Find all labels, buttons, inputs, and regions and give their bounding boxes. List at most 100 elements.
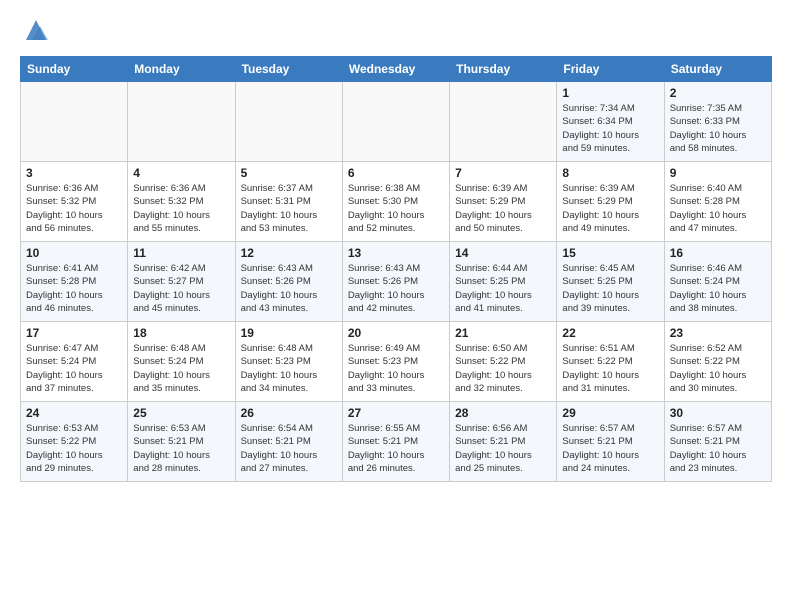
day-info: Sunrise: 6:43 AM Sunset: 5:26 PM Dayligh… — [348, 262, 444, 315]
day-number: 7 — [455, 166, 551, 180]
day-info: Sunrise: 7:34 AM Sunset: 6:34 PM Dayligh… — [562, 102, 658, 155]
day-number: 3 — [26, 166, 122, 180]
day-number: 1 — [562, 86, 658, 100]
week-row-3: 10 Sunrise: 6:41 AM Sunset: 5:28 PM Dayli… — [21, 242, 772, 322]
day-number: 24 — [26, 406, 122, 420]
day-info: Sunrise: 6:45 AM Sunset: 5:25 PM Dayligh… — [562, 262, 658, 315]
day-cell: 10 Sunrise: 6:41 AM Sunset: 5:28 PM Dayli… — [21, 242, 128, 322]
day-cell: 26 Sunrise: 6:54 AM Sunset: 5:21 PM Dayli… — [235, 402, 342, 482]
day-cell: 18 Sunrise: 6:48 AM Sunset: 5:24 PM Dayli… — [128, 322, 235, 402]
day-cell: 29 Sunrise: 6:57 AM Sunset: 5:21 PM Dayli… — [557, 402, 664, 482]
day-number: 27 — [348, 406, 444, 420]
day-number: 5 — [241, 166, 337, 180]
day-info: Sunrise: 6:53 AM Sunset: 5:22 PM Dayligh… — [26, 422, 122, 475]
day-info: Sunrise: 6:36 AM Sunset: 5:32 PM Dayligh… — [133, 182, 229, 235]
day-cell: 9 Sunrise: 6:40 AM Sunset: 5:28 PM Daylig… — [664, 162, 771, 242]
day-info: Sunrise: 6:38 AM Sunset: 5:30 PM Dayligh… — [348, 182, 444, 235]
day-cell: 1 Sunrise: 7:34 AM Sunset: 6:34 PM Daylig… — [557, 82, 664, 162]
day-cell: 12 Sunrise: 6:43 AM Sunset: 5:26 PM Dayli… — [235, 242, 342, 322]
weekday-header-sunday: Sunday — [21, 57, 128, 82]
day-cell: 5 Sunrise: 6:37 AM Sunset: 5:31 PM Daylig… — [235, 162, 342, 242]
day-info: Sunrise: 6:44 AM Sunset: 5:25 PM Dayligh… — [455, 262, 551, 315]
day-cell: 8 Sunrise: 6:39 AM Sunset: 5:29 PM Daylig… — [557, 162, 664, 242]
day-info: Sunrise: 6:46 AM Sunset: 5:24 PM Dayligh… — [670, 262, 766, 315]
day-info: Sunrise: 6:36 AM Sunset: 5:32 PM Dayligh… — [26, 182, 122, 235]
day-number: 16 — [670, 246, 766, 260]
day-info: Sunrise: 6:51 AM Sunset: 5:22 PM Dayligh… — [562, 342, 658, 395]
day-cell: 14 Sunrise: 6:44 AM Sunset: 5:25 PM Dayli… — [450, 242, 557, 322]
day-number: 4 — [133, 166, 229, 180]
day-cell: 11Sunrise: 6:42 AM Sunset: 5:27 PM Dayli… — [128, 242, 235, 322]
day-info: Sunrise: 6:48 AM Sunset: 5:24 PM Dayligh… — [133, 342, 229, 395]
day-info: Sunrise: 6:55 AM Sunset: 5:21 PM Dayligh… — [348, 422, 444, 475]
day-number: 6 — [348, 166, 444, 180]
day-number: 12 — [241, 246, 337, 260]
header — [20, 16, 772, 44]
day-cell — [128, 82, 235, 162]
day-cell: 3 Sunrise: 6:36 AM Sunset: 5:32 PM Daylig… — [21, 162, 128, 242]
day-cell: 22 Sunrise: 6:51 AM Sunset: 5:22 PM Dayli… — [557, 322, 664, 402]
day-cell: 16 Sunrise: 6:46 AM Sunset: 5:24 PM Dayli… — [664, 242, 771, 322]
day-info: Sunrise: 6:39 AM Sunset: 5:29 PM Dayligh… — [562, 182, 658, 235]
day-info: Sunrise: 7:35 AM Sunset: 6:33 PM Dayligh… — [670, 102, 766, 155]
day-cell: 6 Sunrise: 6:38 AM Sunset: 5:30 PM Daylig… — [342, 162, 449, 242]
day-cell: 25Sunrise: 6:53 AM Sunset: 5:21 PM Dayli… — [128, 402, 235, 482]
day-info: Sunrise: 6:50 AM Sunset: 5:22 PM Dayligh… — [455, 342, 551, 395]
week-row-4: 17Sunrise: 6:47 AM Sunset: 5:24 PM Dayli… — [21, 322, 772, 402]
day-cell — [450, 82, 557, 162]
day-number: 17 — [26, 326, 122, 340]
day-number: 8 — [562, 166, 658, 180]
day-cell: 4 Sunrise: 6:36 AM Sunset: 5:32 PM Daylig… — [128, 162, 235, 242]
day-info: Sunrise: 6:49 AM Sunset: 5:23 PM Dayligh… — [348, 342, 444, 395]
day-info: Sunrise: 6:48 AM Sunset: 5:23 PM Dayligh… — [241, 342, 337, 395]
week-row-2: 3 Sunrise: 6:36 AM Sunset: 5:32 PM Daylig… — [21, 162, 772, 242]
day-number: 30 — [670, 406, 766, 420]
day-cell: 2Sunrise: 7:35 AM Sunset: 6:33 PM Daylig… — [664, 82, 771, 162]
calendar-table: SundayMondayTuesdayWednesdayThursdayFrid… — [20, 56, 772, 482]
day-number: 14 — [455, 246, 551, 260]
day-info: Sunrise: 6:39 AM Sunset: 5:29 PM Dayligh… — [455, 182, 551, 235]
weekday-header-row: SundayMondayTuesdayWednesdayThursdayFrid… — [21, 57, 772, 82]
weekday-header-tuesday: Tuesday — [235, 57, 342, 82]
day-info: Sunrise: 6:40 AM Sunset: 5:28 PM Dayligh… — [670, 182, 766, 235]
day-number: 18 — [133, 326, 229, 340]
day-cell: 20Sunrise: 6:49 AM Sunset: 5:23 PM Dayli… — [342, 322, 449, 402]
weekday-header-friday: Friday — [557, 57, 664, 82]
day-info: Sunrise: 6:57 AM Sunset: 5:21 PM Dayligh… — [562, 422, 658, 475]
weekday-header-wednesday: Wednesday — [342, 57, 449, 82]
day-cell — [21, 82, 128, 162]
day-cell: 7 Sunrise: 6:39 AM Sunset: 5:29 PM Daylig… — [450, 162, 557, 242]
day-info: Sunrise: 6:56 AM Sunset: 5:21 PM Dayligh… — [455, 422, 551, 475]
day-number: 25 — [133, 406, 229, 420]
day-info: Sunrise: 6:54 AM Sunset: 5:21 PM Dayligh… — [241, 422, 337, 475]
day-info: Sunrise: 6:57 AM Sunset: 5:21 PM Dayligh… — [670, 422, 766, 475]
page: SundayMondayTuesdayWednesdayThursdayFrid… — [0, 0, 792, 498]
day-info: Sunrise: 6:52 AM Sunset: 5:22 PM Dayligh… — [670, 342, 766, 395]
day-number: 29 — [562, 406, 658, 420]
day-cell: 19Sunrise: 6:48 AM Sunset: 5:23 PM Dayli… — [235, 322, 342, 402]
day-number: 21 — [455, 326, 551, 340]
day-cell: 27 Sunrise: 6:55 AM Sunset: 5:21 PM Dayli… — [342, 402, 449, 482]
weekday-header-saturday: Saturday — [664, 57, 771, 82]
weekday-header-monday: Monday — [128, 57, 235, 82]
day-cell — [342, 82, 449, 162]
day-number: 13 — [348, 246, 444, 260]
week-row-1: 1 Sunrise: 7:34 AM Sunset: 6:34 PM Daylig… — [21, 82, 772, 162]
logo-icon — [22, 16, 50, 44]
day-number: 22 — [562, 326, 658, 340]
day-info: Sunrise: 6:41 AM Sunset: 5:28 PM Dayligh… — [26, 262, 122, 315]
day-number: 10 — [26, 246, 122, 260]
week-row-5: 24 Sunrise: 6:53 AM Sunset: 5:22 PM Dayli… — [21, 402, 772, 482]
day-info: Sunrise: 6:37 AM Sunset: 5:31 PM Dayligh… — [241, 182, 337, 235]
day-number: 23 — [670, 326, 766, 340]
day-info: Sunrise: 6:43 AM Sunset: 5:26 PM Dayligh… — [241, 262, 337, 315]
weekday-header-thursday: Thursday — [450, 57, 557, 82]
day-cell: 15 Sunrise: 6:45 AM Sunset: 5:25 PM Dayli… — [557, 242, 664, 322]
day-number: 9 — [670, 166, 766, 180]
day-number: 15 — [562, 246, 658, 260]
day-cell: 17Sunrise: 6:47 AM Sunset: 5:24 PM Dayli… — [21, 322, 128, 402]
day-cell — [235, 82, 342, 162]
logo — [20, 16, 50, 44]
day-number: 26 — [241, 406, 337, 420]
day-cell: 13 Sunrise: 6:43 AM Sunset: 5:26 PM Dayli… — [342, 242, 449, 322]
